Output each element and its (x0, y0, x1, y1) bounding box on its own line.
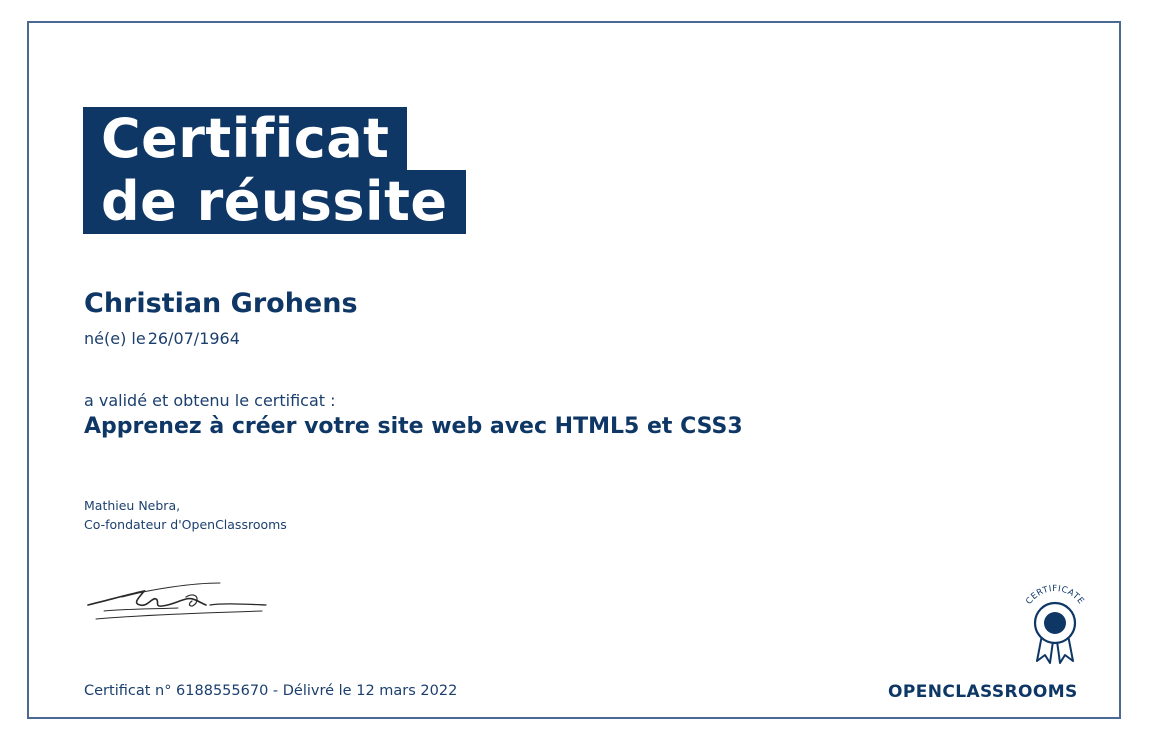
birth-date-line: né(e) le 26/07/1964 (84, 329, 240, 348)
signer-name: Mathieu Nebra, (84, 498, 181, 513)
birth-label: né(e) le (84, 329, 146, 348)
signer-role: Co-fondateur d'OpenClassrooms (84, 517, 287, 532)
certificate-badge-icon: CERTIFICATE (1024, 584, 1085, 664)
birth-date: 26/07/1964 (147, 329, 240, 348)
logo-text: OPENCLASSROOMS (888, 682, 1078, 702)
certificate-title-line1: Certificat (83, 107, 408, 171)
openclassrooms-logo: OPENCLASSROOMS (888, 682, 1078, 702)
certificate-number: Certificat n° 6188555670 - Délivré le 12… (84, 683, 458, 699)
course-title: Apprenez à créer votre site web avec HTM… (84, 414, 743, 439)
signer-block: Mathieu Nebra, Co-fondateur d'OpenClassr… (84, 496, 287, 534)
certificate-title-line2: de réussite (83, 170, 466, 234)
signature-image (87, 582, 267, 620)
recipient-name: Christian Grohens (84, 288, 358, 319)
validated-text: a validé et obtenu le certificat : (84, 391, 336, 410)
